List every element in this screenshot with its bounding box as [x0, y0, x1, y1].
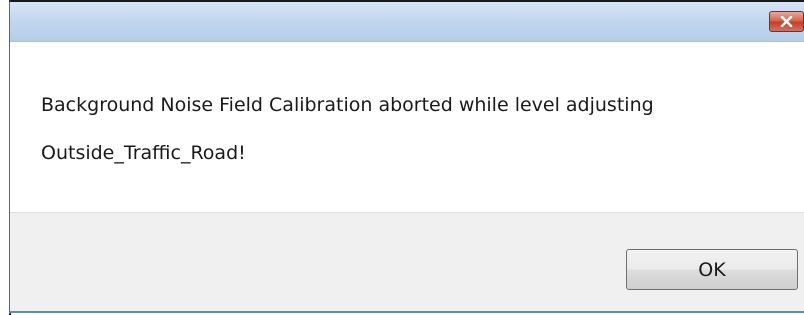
dialog-button-bar: OK [10, 212, 804, 311]
dialog-titlebar[interactable] [10, 2, 804, 42]
close-button[interactable] [769, 11, 804, 32]
screen: Background Noise Field Calibration abort… [0, 0, 804, 315]
message-dialog: Background Noise Field Calibration abort… [9, 2, 804, 313]
message-line-2: Outside_Traffic_Road! [41, 142, 246, 164]
close-x-icon [780, 16, 793, 27]
dialog-message: Background Noise Field Calibration abort… [41, 69, 741, 189]
ok-button[interactable]: OK [626, 249, 798, 290]
message-line-1: Background Noise Field Calibration abort… [41, 94, 654, 116]
